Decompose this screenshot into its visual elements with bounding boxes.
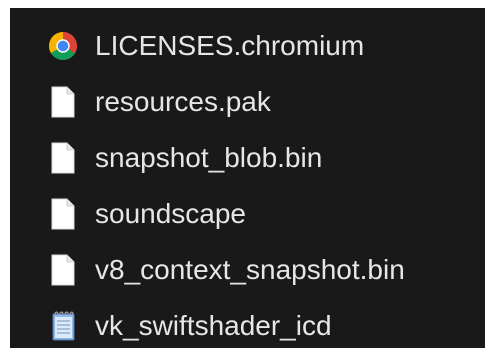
file-icon	[48, 198, 78, 230]
file-name: v8_context_snapshot.bin	[95, 254, 405, 285]
file-item-snapshot-blob-bin[interactable]: snapshot_blob.bin	[10, 130, 485, 186]
file-item-v8-context-snapshot-bin[interactable]: v8_context_snapshot.bin	[10, 242, 485, 298]
file-name: LICENSES.chromium	[95, 30, 365, 61]
file-item-soundscape[interactable]: soundscape	[10, 186, 485, 242]
file-name: snapshot_blob.bin	[95, 142, 323, 173]
file-name: soundscape	[95, 198, 247, 229]
notepad-icon	[48, 310, 78, 342]
chrome-icon	[48, 30, 78, 62]
file-name: resources.pak	[95, 86, 271, 117]
file-icon	[48, 86, 78, 118]
file-icon	[48, 254, 78, 286]
file-item-vk-swiftshader-icd[interactable]: vk_swiftshader_icd	[10, 298, 485, 354]
file-list: LICENSES.chromium resources.pak snapshot…	[10, 18, 485, 354]
file-name: vk_swiftshader_icd	[95, 310, 332, 341]
file-item-resources-pak[interactable]: resources.pak	[10, 74, 485, 130]
file-explorer-list-panel: LICENSES.chromium resources.pak snapshot…	[10, 8, 485, 348]
file-item-licenses-chromium[interactable]: LICENSES.chromium	[10, 18, 485, 74]
file-icon	[48, 142, 78, 174]
